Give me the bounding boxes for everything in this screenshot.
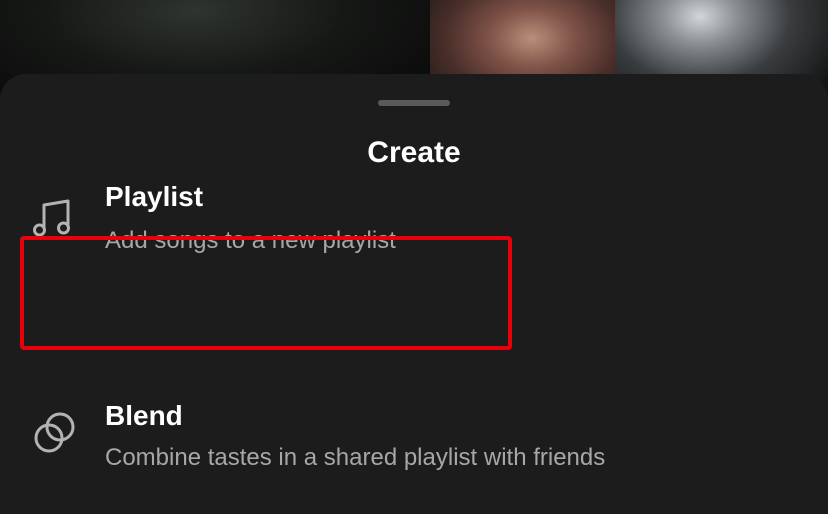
option-title: Playlist	[105, 181, 204, 212]
music-note-icon	[32, 197, 76, 241]
option-subtitle: Add songs to a new playlist	[105, 227, 396, 254]
option-subtitle: Combine tastes in a shared playlist with…	[105, 444, 606, 471]
drag-handle[interactable]	[378, 100, 450, 106]
create-blend-option[interactable]: Blend Combine tastes in a shared playlis…	[20, 396, 605, 486]
create-playlist-option[interactable]: Playlist Add songs to a new playlist	[20, 163, 516, 279]
option-title: Blend	[105, 400, 183, 431]
blend-circles-icon	[32, 410, 76, 454]
